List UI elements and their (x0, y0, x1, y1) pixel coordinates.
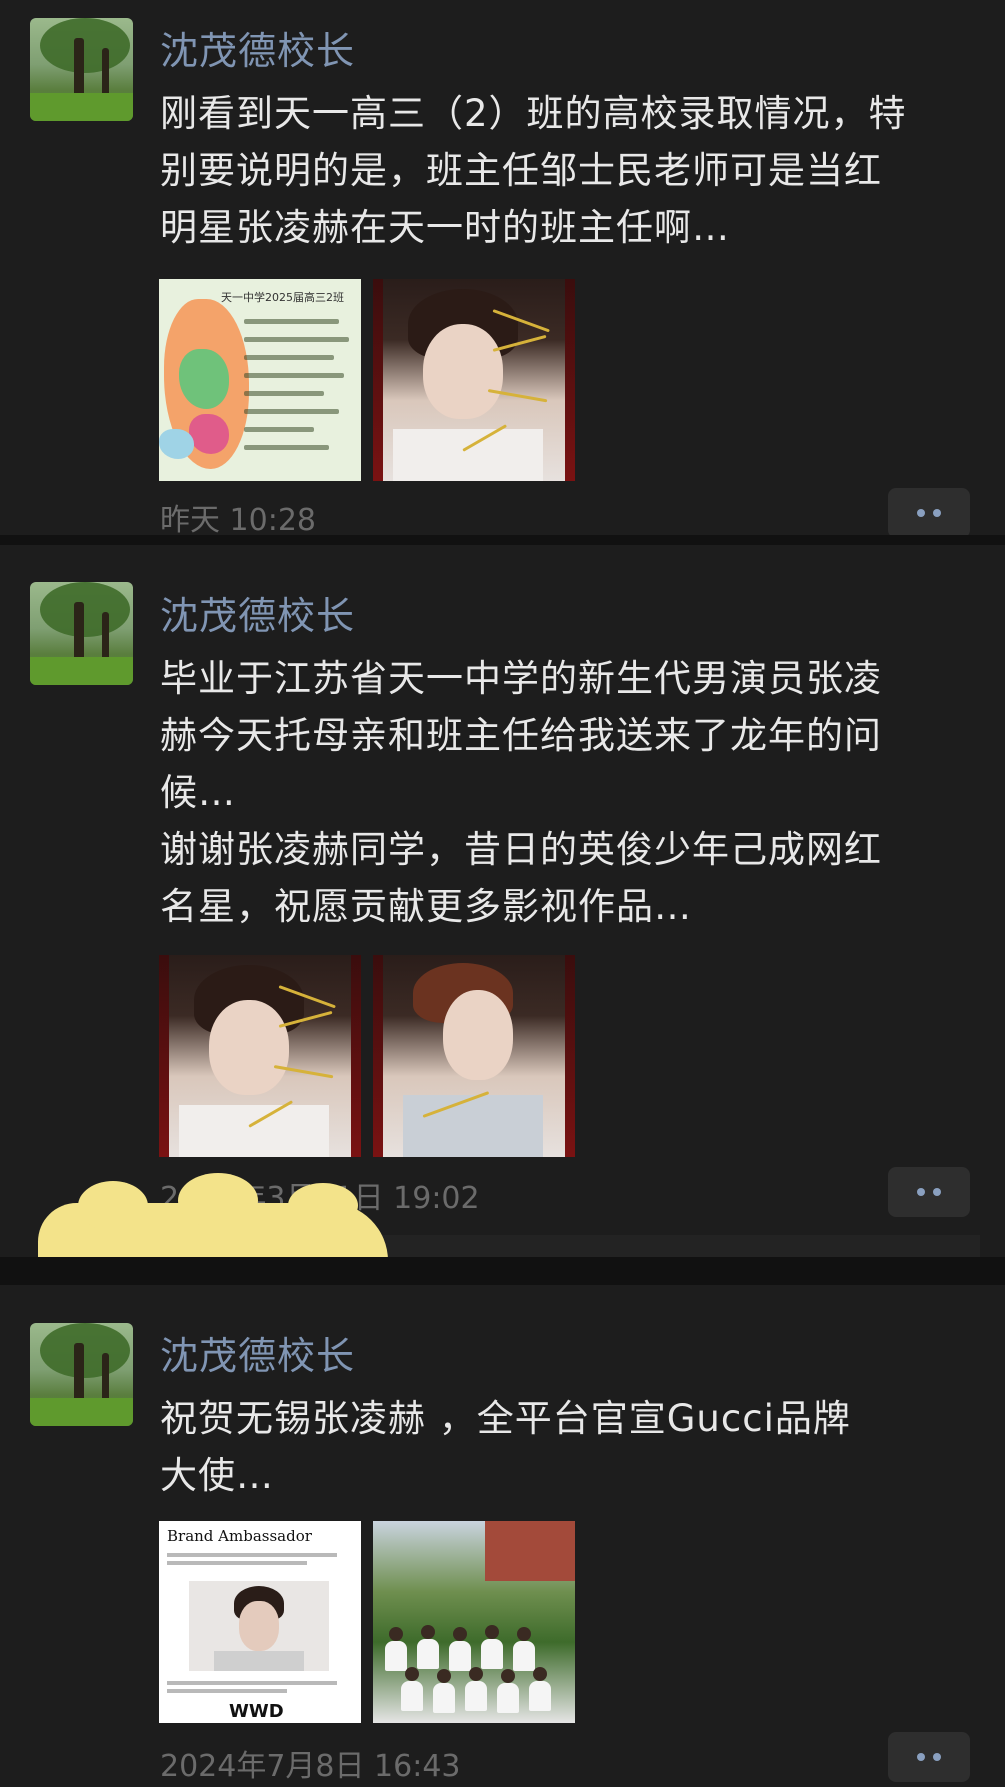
more-button[interactable] (888, 1167, 970, 1217)
moment-post: 沈茂德校长 刚看到天一高三（2）班的高校录取情况，特 别要说明的是，班主任邹士民… (0, 0, 1005, 538)
sticker-icon (38, 1173, 388, 1261)
decorative-bar (360, 1235, 980, 1257)
news-heading: Brand Ambassador (167, 1527, 312, 1545)
portrait-image[interactable] (373, 279, 575, 481)
author-name[interactable]: 沈茂德校长 (160, 20, 355, 75)
portrait-image[interactable] (159, 955, 361, 1157)
avatar[interactable] (30, 582, 133, 685)
post-divider (0, 1257, 1005, 1285)
side-portrait-image[interactable] (373, 955, 575, 1157)
post-text: 毕业于江苏省天一中学的新生代男演员张凌 赫今天托母亲和班主任给我送来了龙年的问 … (160, 657, 882, 928)
more-button[interactable] (888, 488, 970, 538)
two-dots-icon (917, 1188, 925, 1196)
moment-post: 沈茂德校长 毕业于江苏省天一中学的新生代男演员张凌 赫今天托母亲和班主任给我送来… (0, 545, 1005, 1257)
map-title: 天一中学2025届高三2班 (221, 291, 344, 304)
post-divider (0, 535, 1005, 545)
news-article-image[interactable]: Brand Ambassador WWD (159, 1521, 361, 1723)
news-logo: WWD (229, 1701, 284, 1722)
two-dots-icon (917, 1753, 925, 1761)
class-photo-image[interactable] (373, 1521, 575, 1723)
post-timestamp: 2024年7月8日 16:43 (160, 1749, 461, 1784)
author-name[interactable]: 沈茂德校长 (160, 585, 355, 640)
post-timestamp: 昨天 10:28 (160, 503, 316, 538)
moment-post: 沈茂德校长 祝贺无锡张凌赫 ，全平台官宣Gucci品牌 大使… Brand Am… (0, 1285, 1005, 1787)
two-dots-icon (917, 509, 925, 517)
post-text: 祝贺无锡张凌赫 ，全平台官宣Gucci品牌 大使… (160, 1397, 851, 1497)
admission-map-image[interactable]: 天一中学2025届高三2班 (159, 279, 361, 481)
avatar[interactable] (30, 18, 133, 121)
post-text: 刚看到天一高三（2）班的高校录取情况，特 别要说明的是，班主任邹士民老师可是当红… (160, 92, 907, 249)
avatar[interactable] (30, 1323, 133, 1426)
author-name[interactable]: 沈茂德校长 (160, 1325, 355, 1380)
more-button[interactable] (888, 1732, 970, 1782)
